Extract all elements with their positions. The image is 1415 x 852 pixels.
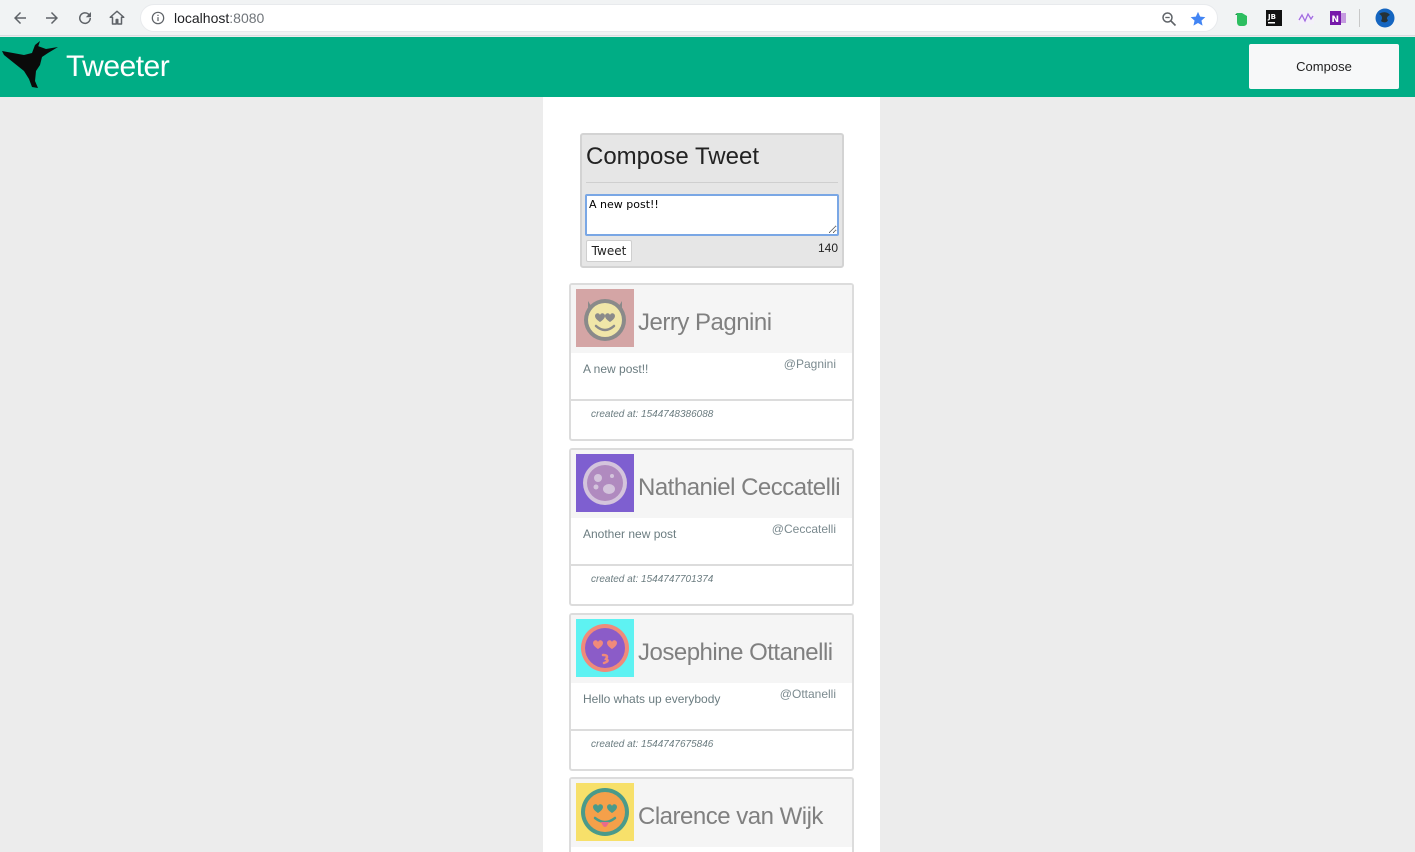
tweet-textarea[interactable] <box>585 194 839 236</box>
author-handle: @Pagnini <box>783 357 836 371</box>
compose-divider <box>586 182 838 183</box>
back-icon[interactable] <box>8 6 32 30</box>
author-handle: @Ottanelli <box>779 687 836 701</box>
compose-title: Compose Tweet <box>586 143 759 170</box>
tweet-text: Hello whats up everybody <box>583 692 721 706</box>
tweet-divider <box>571 399 852 401</box>
character-counter: 140 <box>817 241 838 255</box>
evernote-icon[interactable] <box>1233 9 1251 27</box>
toolbar-divider <box>1359 9 1360 27</box>
zoom-icon[interactable] <box>1161 11 1177 27</box>
avatar <box>576 289 634 347</box>
tweet-submit-button[interactable]: Tweet <box>586 240 632 262</box>
tweet-card: Josephine Ottanelli @Ottanelli Hello wha… <box>569 613 854 771</box>
tweet-text: A new post!! <box>583 362 649 376</box>
compose-tweet-panel: Compose Tweet Tweet 140 <box>580 133 844 268</box>
heart-eyes-tongue-emoji-icon <box>576 783 634 841</box>
onenote-icon[interactable]: N <box>1329 9 1347 27</box>
tweet-divider <box>571 729 852 731</box>
tweet-divider <box>571 564 852 566</box>
avatar <box>576 783 634 841</box>
profile-avatar-icon[interactable] <box>1375 8 1395 28</box>
author-handle: @Ceccatelli <box>771 522 836 536</box>
hummingbird-logo <box>2 41 58 88</box>
tweet-timestamp: created at: 1544748386088 <box>591 409 714 420</box>
kissing-heart-eyes-emoji-icon <box>576 619 634 677</box>
tweet-header: Nathaniel Ceccatelli <box>571 450 852 518</box>
browser-toolbar: localhost:8080 JB N <box>0 0 1415 36</box>
svg-text:N: N <box>1332 15 1340 25</box>
planet-emoji-icon <box>576 454 634 512</box>
address-bar[interactable]: localhost:8080 <box>140 4 1218 32</box>
tweet-text: Another new post <box>583 527 677 541</box>
author-name: Clarence van Wijk <box>638 803 823 830</box>
compose-button[interactable]: Compose <box>1249 44 1399 89</box>
avatar <box>576 619 634 677</box>
tweet-card: Jerry Pagnini @Pagnini A new post!! crea… <box>569 283 854 441</box>
jetbrains-icon[interactable]: JB <box>1265 9 1283 27</box>
app-header: Tweeter Compose <box>0 37 1415 97</box>
tweet-header: Clarence van Wijk <box>571 779 852 847</box>
tweet-card: Nathaniel Ceccatelli @Ceccatelli Another… <box>569 448 854 606</box>
reload-icon[interactable] <box>73 6 97 30</box>
info-icon[interactable] <box>151 11 165 25</box>
url-text: localhost:8080 <box>174 10 265 26</box>
main-column: Compose Tweet Tweet 140 Jerry Pagnini @P… <box>543 97 880 852</box>
forward-icon[interactable] <box>40 6 64 30</box>
author-name: Jerry Pagnini <box>638 309 772 336</box>
tweet-card: Clarence van Wijk <box>569 777 854 852</box>
author-name: Nathaniel Ceccatelli <box>638 474 841 501</box>
tweet-timestamp: created at: 1544747675846 <box>591 739 714 750</box>
author-name: Josephine Ottanelli <box>638 639 833 666</box>
tweet-header: Jerry Pagnini <box>571 285 852 353</box>
bookmark-star-icon[interactable] <box>1189 10 1207 28</box>
home-icon[interactable] <box>105 6 129 30</box>
devil-heart-eyes-emoji-icon <box>576 289 634 347</box>
avatar <box>576 454 634 512</box>
svg-text:JB: JB <box>1267 13 1276 21</box>
wave-extension-icon[interactable] <box>1297 9 1315 27</box>
tweet-timestamp: created at: 1544747701374 <box>591 574 714 585</box>
tweet-header: Josephine Ottanelli <box>571 615 852 683</box>
brand-title: Tweeter <box>66 50 170 83</box>
